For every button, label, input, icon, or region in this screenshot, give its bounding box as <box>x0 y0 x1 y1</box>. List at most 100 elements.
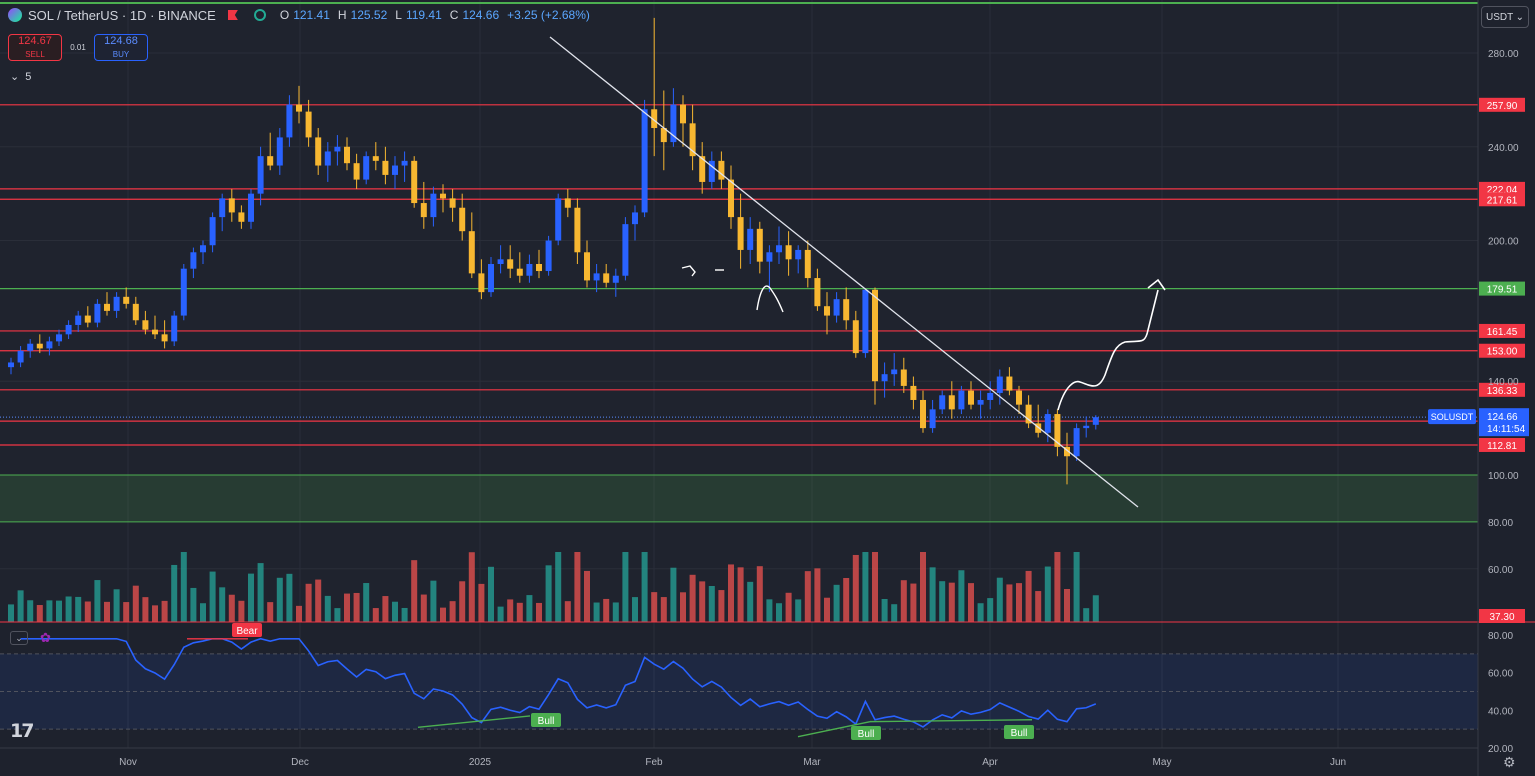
rsi-settings-icon[interactable]: ✿ <box>40 630 51 646</box>
price-tick: 140.00 <box>1488 377 1519 388</box>
volume-bar <box>286 573 293 622</box>
volume-bar <box>718 590 725 622</box>
volume-bar <box>56 600 62 622</box>
candle[interactable] <box>641 99 648 218</box>
symbol-title[interactable]: SOL / TetherUS · 1D · BINANCE <box>28 8 216 23</box>
volume-label: 37.30 <box>1489 612 1514 623</box>
volume-bar <box>1073 552 1080 622</box>
chart-header: SOL / TetherUS · 1D · BINANCE O 121.41 H1… <box>0 0 590 30</box>
volume-bar <box>190 587 197 622</box>
volume-bar <box>593 602 600 622</box>
price-tick: 240.00 <box>1488 143 1519 154</box>
volume-bar <box>948 582 955 622</box>
indicators-toggle[interactable]: ⌄ 5 <box>10 70 31 84</box>
volume-bar <box>891 604 898 622</box>
candle[interactable] <box>555 193 562 246</box>
time-tick: May <box>1153 757 1172 768</box>
volume-bar <box>228 594 235 622</box>
volume-bar <box>296 605 302 622</box>
volume-bar <box>766 599 773 622</box>
volume-bar <box>612 602 619 622</box>
volume-bar <box>641 552 648 622</box>
flag-icon[interactable] <box>227 10 238 20</box>
candle[interactable] <box>545 235 552 276</box>
volume-bar <box>1044 566 1051 622</box>
rsi-tick: 60.00 <box>1488 669 1513 680</box>
volume-bar <box>708 586 715 622</box>
volume-bar <box>152 605 158 622</box>
buy-price: 124.68 <box>104 34 138 47</box>
volume-bar <box>305 583 312 622</box>
bear-tag-label: Bear <box>236 626 258 637</box>
volume-bar <box>27 600 34 622</box>
volume-bar <box>1025 570 1032 622</box>
volume-bar <box>651 592 658 622</box>
volume-bar <box>65 596 72 622</box>
volume-bar <box>545 565 552 622</box>
countdown-label: 14:11:54 <box>1487 424 1526 435</box>
time-tick: 2025 <box>469 757 492 768</box>
candle[interactable] <box>622 217 629 281</box>
volume-bar <box>94 580 101 622</box>
currency-select[interactable]: USDT ⌄ <box>1481 6 1529 28</box>
volume-bar <box>401 607 408 622</box>
volume-bar <box>1016 583 1022 622</box>
volume-bar <box>497 606 504 622</box>
chevron-down-icon: ⌄ <box>1515 11 1524 23</box>
change-value: +3.25 (+2.68%) <box>507 8 590 22</box>
volume-bar <box>536 602 542 622</box>
sell-button[interactable]: 124.67 SELL <box>8 34 62 61</box>
volume-bar <box>699 581 706 622</box>
price-tick: 100.00 <box>1488 471 1519 482</box>
candle[interactable] <box>180 264 187 321</box>
time-tick: Dec <box>291 757 309 768</box>
volume-bar <box>929 567 936 622</box>
volume-bar <box>478 583 485 622</box>
support-zone[interactable] <box>0 475 1478 522</box>
volume-bar <box>785 592 792 622</box>
tradingview-logo-icon[interactable]: 17 <box>10 720 34 742</box>
volume-bar <box>632 597 638 622</box>
rsi-collapse-button[interactable]: ⌄ <box>10 631 28 645</box>
time-tick: Jun <box>1330 757 1346 768</box>
volume-bar <box>900 580 907 622</box>
volume-bar <box>862 552 869 622</box>
volume-bar <box>996 577 1003 622</box>
candle[interactable] <box>862 289 869 358</box>
candle[interactable] <box>1073 423 1080 461</box>
rsi-tick: 80.00 <box>1488 631 1513 642</box>
volume-bar <box>968 583 974 622</box>
volume-bar <box>987 598 994 622</box>
buy-button[interactable]: 124.68 BUY <box>94 34 148 61</box>
volume-bar <box>660 597 667 622</box>
volume-bar <box>17 590 24 622</box>
volume-bar <box>142 597 149 622</box>
volume-bar <box>324 595 331 622</box>
volume-bar <box>276 577 283 622</box>
low-label: L <box>395 8 402 22</box>
candle[interactable] <box>171 310 178 347</box>
volume-bar <box>84 601 91 622</box>
candle[interactable] <box>363 151 370 185</box>
candle[interactable] <box>411 156 418 208</box>
volume-bar <box>171 564 178 622</box>
level-label: 257.90 <box>1487 101 1518 112</box>
volume-bar <box>36 605 43 622</box>
volume-bar <box>123 602 130 622</box>
time-tick: Feb <box>645 757 663 768</box>
volume-bar <box>795 599 802 622</box>
volume-bar <box>113 589 120 622</box>
volume-bar <box>353 592 360 622</box>
volume-bar <box>344 593 350 622</box>
price-chart[interactable]: 257.90222.04217.61179.51161.45153.00136.… <box>0 0 1535 776</box>
gear-icon[interactable]: ⚙ <box>1503 754 1516 771</box>
volume-bar <box>1092 595 1099 622</box>
volume-bar <box>1064 589 1070 622</box>
symbol-tag-label: SOLUSDT <box>1431 412 1474 422</box>
open-value: 121.41 <box>293 8 330 22</box>
low-value: 119.41 <box>405 8 442 22</box>
time-tick: Nov <box>119 757 137 768</box>
volume-bar <box>910 583 917 622</box>
volume-bar <box>526 595 533 622</box>
bull-tag-3-label: Bull <box>1011 728 1028 739</box>
